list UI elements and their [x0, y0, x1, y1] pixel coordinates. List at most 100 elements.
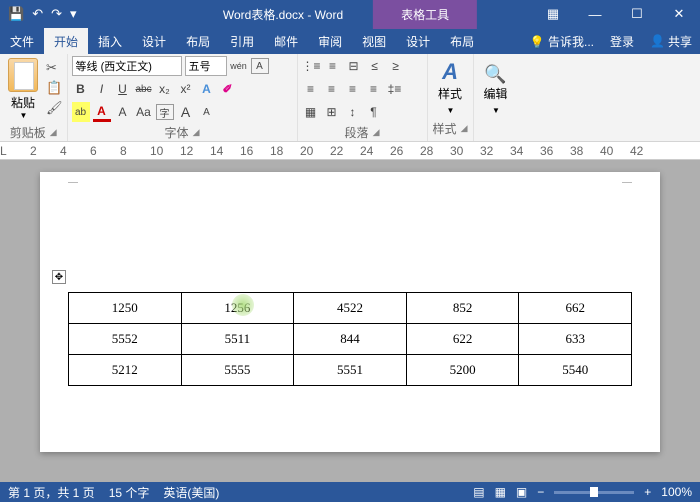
close-icon[interactable]: ✕ — [658, 0, 700, 28]
pinyin-icon[interactable]: wén — [230, 56, 248, 76]
show-marks-icon[interactable]: ¶ — [365, 102, 383, 122]
qat-more-icon[interactable]: ▾ — [70, 6, 77, 22]
tab-mailings[interactable]: 邮件 — [264, 28, 308, 54]
table-cell[interactable]: 4522 — [294, 293, 407, 324]
table-cell[interactable]: 633 — [519, 324, 632, 355]
char-shading-icon[interactable]: A — [114, 102, 132, 122]
tab-table-layout[interactable]: 布局 — [440, 28, 484, 54]
zoom-out-button[interactable]: − — [537, 485, 544, 499]
view-read-icon[interactable]: ▤ — [473, 485, 484, 499]
table-cell[interactable]: 5555 — [181, 355, 294, 386]
table-cell[interactable]: 622 — [406, 324, 519, 355]
multilevel-icon[interactable]: ⊟ — [345, 56, 363, 76]
tab-home[interactable]: 开始 — [44, 28, 88, 54]
font-name-combo[interactable]: 等线 (西文正文) — [72, 56, 182, 76]
share-button[interactable]: 👤共享 — [642, 33, 700, 50]
table-cell[interactable]: 662 — [519, 293, 632, 324]
zoom-in-button[interactable]: + — [644, 485, 651, 499]
table-cell[interactable]: 5551 — [294, 355, 407, 386]
table-cell[interactable]: 844 — [294, 324, 407, 355]
ruler-horizontal[interactable]: L 24681012141618202224262830323436384042 — [0, 142, 700, 160]
launcher-icon[interactable]: ◢ — [461, 123, 468, 134]
login-button[interactable]: 登录 — [602, 28, 642, 55]
redo-icon[interactable]: ↷ — [51, 6, 62, 22]
align-right-icon[interactable]: ≡ — [344, 79, 362, 99]
table-cell[interactable]: 5540 — [519, 355, 632, 386]
table-cell[interactable]: 5200 — [406, 355, 519, 386]
superscript-button[interactable]: x² — [177, 79, 195, 99]
table-cell[interactable]: 5511 — [181, 324, 294, 355]
italic-button[interactable]: I — [93, 79, 111, 99]
zoom-slider[interactable] — [554, 491, 634, 494]
word-count[interactable]: 15 个字 — [109, 484, 150, 501]
change-case-button[interactable]: Aa — [135, 102, 153, 122]
tab-design[interactable]: 设计 — [132, 28, 176, 54]
align-center-icon[interactable]: ≡ — [323, 79, 341, 99]
tab-references[interactable]: 引用 — [220, 28, 264, 54]
table-cell[interactable]: 852 — [406, 293, 519, 324]
zoom-level[interactable]: 100% — [661, 485, 692, 499]
copy-icon[interactable]: 📋 — [46, 80, 63, 96]
line-spacing-icon[interactable]: ‡≡ — [386, 79, 404, 99]
tab-insert[interactable]: 插入 — [88, 28, 132, 54]
text-effects-button[interactable]: A — [198, 79, 216, 99]
highlight-button[interactable]: ab — [72, 102, 90, 122]
save-icon[interactable]: 💾 — [8, 6, 24, 22]
paste-button[interactable]: 粘贴 ▼ — [4, 56, 42, 122]
numbering-icon[interactable]: ≡ — [324, 56, 342, 76]
shading-icon[interactable]: ▦ — [302, 102, 320, 122]
justify-icon[interactable]: ≡ — [365, 79, 383, 99]
launcher-icon[interactable]: ◢ — [50, 127, 57, 138]
strike-button[interactable]: abc — [135, 79, 153, 99]
styles-button[interactable]: A 样式 ▼ — [438, 59, 462, 116]
chevron-down-icon[interactable]: ▼ — [20, 111, 28, 120]
launcher-icon[interactable]: ◢ — [193, 127, 200, 138]
cut-icon[interactable]: ✂ — [46, 60, 63, 76]
minimize-icon[interactable]: — — [574, 0, 616, 28]
font-color-button[interactable]: A — [93, 102, 111, 122]
enclose-char-icon[interactable]: 字 — [156, 104, 174, 120]
clear-format-icon[interactable]: ✐ — [219, 79, 237, 99]
page[interactable]: ✥ 1250 1256 4522 852 662 5552 5511 844 6… — [40, 172, 660, 452]
underline-button[interactable]: U — [114, 79, 132, 99]
view-print-icon[interactable]: ▦ — [495, 485, 506, 499]
table-cell[interactable]: 5212 — [69, 355, 182, 386]
page-indicator[interactable]: 第 1 页，共 1 页 — [8, 484, 95, 501]
bullets-icon[interactable]: ⋮≡ — [302, 56, 321, 76]
ribbon-display-icon[interactable]: ▦ — [532, 0, 574, 28]
tab-layout[interactable]: 布局 — [176, 28, 220, 54]
table-row[interactable]: 5212 5555 5551 5200 5540 — [69, 355, 632, 386]
tab-table-design[interactable]: 设计 — [396, 28, 440, 54]
sort-icon[interactable]: ↕ — [344, 102, 362, 122]
table-row[interactable]: 1250 1256 4522 852 662 — [69, 293, 632, 324]
word-table[interactable]: 1250 1256 4522 852 662 5552 5511 844 622… — [68, 292, 632, 386]
align-left-icon[interactable]: ≡ — [302, 79, 320, 99]
table-move-handle-icon[interactable]: ✥ — [52, 270, 66, 284]
shrink-font-button[interactable]: A — [198, 102, 216, 122]
subscript-button[interactable]: x₂ — [156, 79, 174, 99]
tab-view[interactable]: 视图 — [352, 28, 396, 54]
launcher-icon[interactable]: ◢ — [373, 127, 380, 138]
ruler-tick: 2 — [30, 144, 37, 158]
increase-indent-icon[interactable]: ≥ — [387, 56, 405, 76]
table-row[interactable]: 5552 5511 844 622 633 — [69, 324, 632, 355]
borders-icon[interactable]: ⊞ — [323, 102, 341, 122]
table-cell[interactable]: 5552 — [69, 324, 182, 355]
font-size-combo[interactable]: 五号 — [185, 56, 227, 76]
view-web-icon[interactable]: ▣ — [516, 485, 527, 499]
document-area[interactable]: ✥ 1250 1256 4522 852 662 5552 5511 844 6… — [0, 160, 700, 482]
char-border-icon[interactable]: A — [251, 58, 269, 74]
table-cell[interactable]: 1256 — [181, 293, 294, 324]
tell-me[interactable]: 💡 告诉我... — [522, 28, 602, 55]
find-button[interactable]: 🔍 编辑 ▼ — [484, 64, 508, 116]
tab-file[interactable]: 文件 — [0, 28, 44, 54]
grow-font-button[interactable]: A — [177, 102, 195, 122]
table-cell[interactable]: 1250 — [69, 293, 182, 324]
language-indicator[interactable]: 英语(美国) — [163, 484, 219, 501]
tab-review[interactable]: 审阅 — [308, 28, 352, 54]
maximize-icon[interactable]: ☐ — [616, 0, 658, 28]
undo-icon[interactable]: ↶ — [32, 6, 43, 22]
format-painter-icon[interactable]: 🖌 — [46, 100, 63, 116]
decrease-indent-icon[interactable]: ≤ — [366, 56, 384, 76]
bold-button[interactable]: B — [72, 79, 90, 99]
